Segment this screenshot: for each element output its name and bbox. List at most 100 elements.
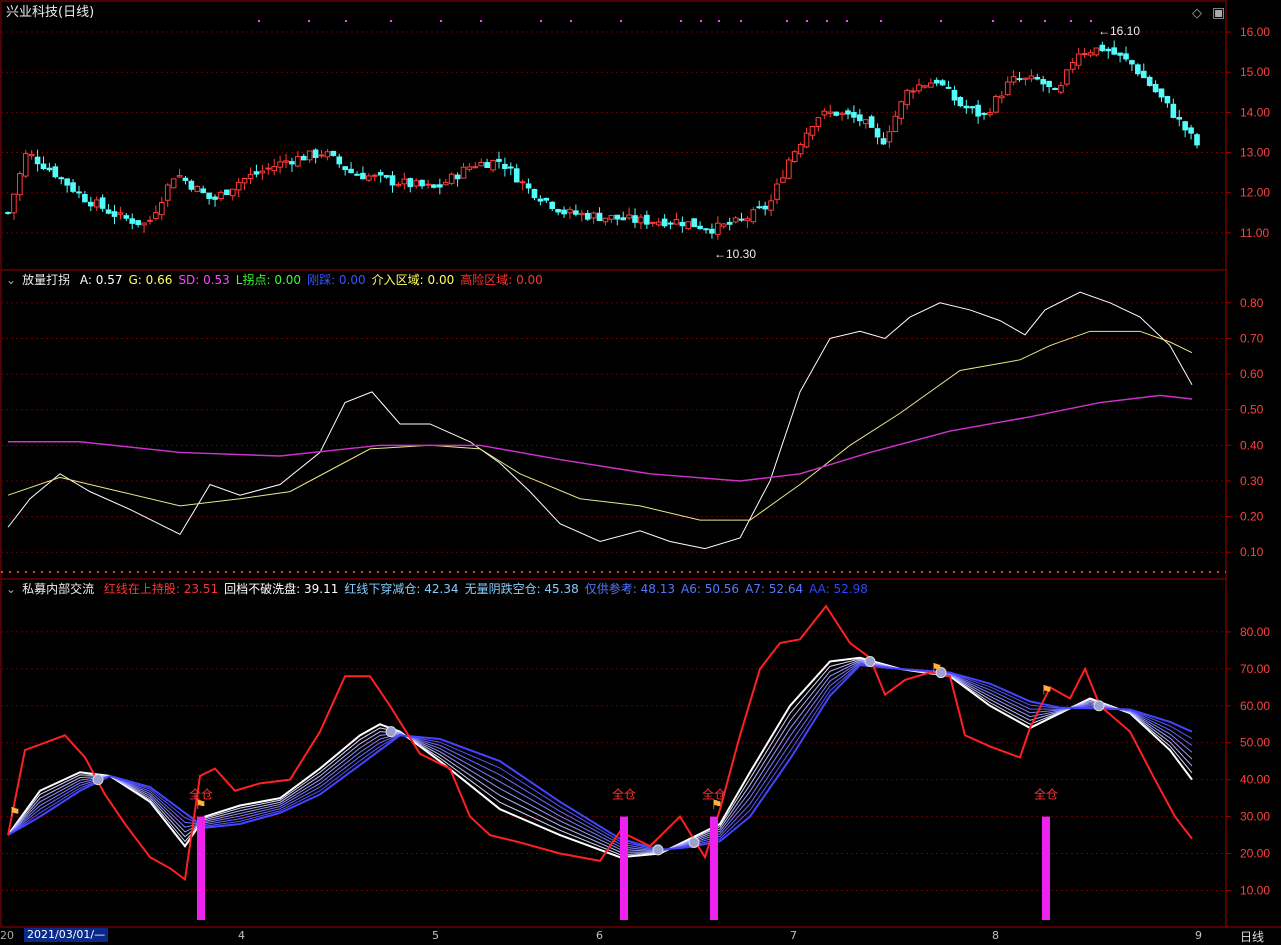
candle-body xyxy=(348,168,354,174)
marker-dot xyxy=(700,20,702,22)
candle-body xyxy=(957,97,964,107)
candle-body xyxy=(590,212,597,219)
indicator-value-5: 介入区域: 0.00 xyxy=(371,273,455,287)
candle-body xyxy=(170,178,177,189)
candle-body xyxy=(17,173,23,196)
period-tab[interactable]: 日线 xyxy=(1240,928,1264,945)
candle-body xyxy=(484,162,490,168)
y-tick-label: 70.00 xyxy=(1240,662,1270,676)
signal-bar xyxy=(197,816,205,920)
y-tick-label: 0.20 xyxy=(1240,510,1264,524)
candle-body xyxy=(366,175,372,181)
candle-body xyxy=(1052,88,1058,91)
candle-body xyxy=(809,125,816,136)
signal-bar xyxy=(710,816,718,920)
candle-body xyxy=(720,223,727,227)
candle-body xyxy=(1064,69,1070,85)
marker-dot xyxy=(345,20,347,22)
chevron-down-icon[interactable]: ⌄ xyxy=(6,582,16,596)
candle-body xyxy=(939,80,946,86)
runner-icon: ⚑ xyxy=(711,798,723,813)
candle-body xyxy=(52,166,59,178)
line-hold xyxy=(7,604,1193,882)
signal-bar xyxy=(620,816,628,920)
candle-body xyxy=(437,184,443,188)
candle-body xyxy=(1111,47,1117,55)
diamond-icon[interactable]: ◇ xyxy=(1192,6,1202,21)
axis-start-prefix: 20 xyxy=(0,929,14,942)
candle-body xyxy=(998,95,1005,99)
candle-body xyxy=(1046,80,1052,88)
candle-body xyxy=(407,178,414,188)
marker-dot xyxy=(570,20,572,22)
chevron-down-icon[interactable]: ⌄ xyxy=(6,273,16,287)
indicator-value-6: A7: 52.64 xyxy=(745,582,804,596)
candle-body xyxy=(661,218,668,227)
stock-title: 兴业科技(日线) xyxy=(6,5,95,20)
candle-body xyxy=(11,193,17,214)
candle-body xyxy=(1123,53,1129,60)
candle-body xyxy=(460,166,467,179)
candle-body xyxy=(413,180,419,187)
date-cursor-box[interactable]: 2021/03/01/— xyxy=(24,928,109,942)
low-price-label: ←10.30 xyxy=(714,247,756,261)
y-tick-label: 0.30 xyxy=(1240,474,1264,488)
candle-body xyxy=(525,183,532,189)
candle-body xyxy=(342,166,348,171)
candle-body xyxy=(667,222,674,225)
candle-body xyxy=(271,166,277,172)
marker-dot xyxy=(786,20,788,22)
y-tick-label: 20.00 xyxy=(1240,847,1270,861)
marker-dot xyxy=(540,20,542,22)
candle-body xyxy=(715,222,721,235)
candle-body xyxy=(602,217,609,223)
candle-body xyxy=(732,217,739,223)
candle-body xyxy=(892,115,899,133)
indicator-value-2: 红线下穿减仓: 42.34 xyxy=(344,582,459,596)
indicator-value-7: AA: 52.98 xyxy=(809,582,868,596)
candle-body xyxy=(768,200,774,211)
candle-body xyxy=(1152,83,1159,93)
candle-body xyxy=(868,116,875,128)
candle-body xyxy=(159,202,165,216)
candle-body xyxy=(371,174,378,177)
candle-body xyxy=(58,177,65,180)
candle-body xyxy=(1040,79,1046,85)
candle-body xyxy=(312,149,319,158)
candle-body xyxy=(1194,134,1200,146)
candle-body xyxy=(265,167,272,170)
settings-icon[interactable]: ▣ xyxy=(1212,5,1225,21)
candle-body xyxy=(123,215,130,219)
y-tick-label: 11.00 xyxy=(1240,226,1269,240)
candle-body xyxy=(886,131,893,143)
crossover-marker-icon xyxy=(385,726,397,738)
candle-body xyxy=(567,208,573,214)
candle-body xyxy=(928,82,934,88)
candle-body xyxy=(82,193,88,203)
candle-body xyxy=(76,191,82,194)
candle-body xyxy=(922,85,928,88)
candle-body xyxy=(697,225,703,230)
indicator-value-0: A: 0.57 xyxy=(79,273,123,287)
candle-body xyxy=(354,173,360,176)
candle-body xyxy=(555,209,561,213)
candle-body xyxy=(129,218,136,224)
indicator-value-1: 回档不破洗盘: 39.11 xyxy=(224,582,339,596)
runner-icon: ⚑ xyxy=(195,798,207,813)
candle-body xyxy=(821,110,828,116)
marker-dot xyxy=(1044,20,1046,22)
candle-body xyxy=(70,182,76,192)
candle-body xyxy=(259,170,266,174)
candle-body xyxy=(531,189,538,199)
stock-chart-canvas[interactable]: 16.00 15.00 14.00 13.00 12.00 11.00 ←16.10 ←10.… xyxy=(0,0,1281,944)
indicator-value-4: 刚踩: 0.00 xyxy=(307,273,366,287)
candle-body xyxy=(993,96,999,113)
candle-body xyxy=(1087,52,1094,56)
runner-icon: ⚑ xyxy=(9,806,21,821)
candle-body xyxy=(147,219,153,222)
marker-dot xyxy=(1090,20,1092,22)
marker-dot xyxy=(258,20,260,22)
candle-body xyxy=(218,191,224,199)
y-tick-label: 0.50 xyxy=(1240,403,1264,417)
candle-body xyxy=(880,138,887,145)
